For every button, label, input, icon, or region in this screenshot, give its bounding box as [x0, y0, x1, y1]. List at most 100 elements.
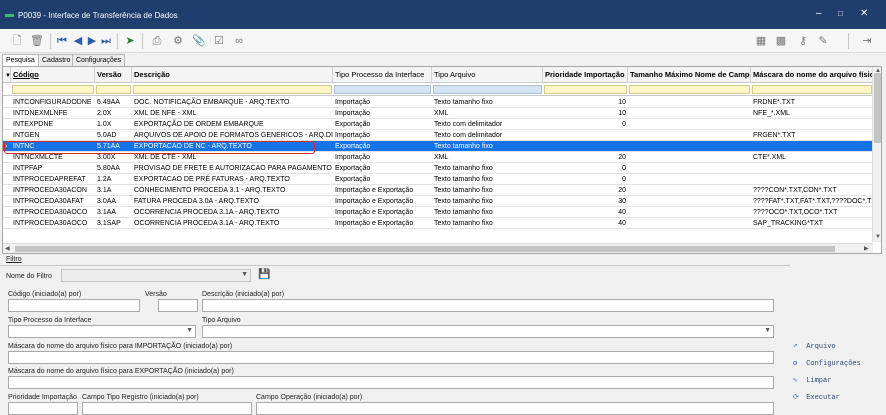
filter-tamanho-input[interactable]	[629, 85, 750, 94]
filter-mascara-input[interactable]	[752, 85, 872, 94]
filter-tipo-processo-input[interactable]	[334, 85, 431, 94]
table-row[interactable]: INTDNEXMLNFE 2.0X XML DE NFE - XML Importaç…	[3, 108, 873, 119]
table-row[interactable]: INTPROCEDA30AFAT 3.0AA FATURA PROCEDA 3.0A…	[3, 196, 873, 207]
cell-versao: 1.2A	[97, 176, 112, 183]
toolbar: 🗋 🗑 ⏮ ◀ ▶ ⏭ ➤ ⎙ ⚙ 📎 ☑ ∞ ▦ ▩ ⚷ ✎ ⇥	[0, 29, 886, 53]
prioridade-input[interactable]	[8, 402, 78, 415]
mascara-importacao-input[interactable]	[8, 351, 774, 364]
column-header-tipo-processo[interactable]: Tipo Processo da Interface	[333, 67, 432, 83]
eraser-icon: ✎	[793, 377, 798, 385]
maximize-button[interactable]: □	[838, 9, 843, 19]
tipo-processo-label: Tipo Processo da Interface	[8, 317, 92, 324]
filter-versao-input[interactable]	[96, 85, 131, 94]
cell-mascara: SAP_TRACKING*TXT	[753, 220, 824, 227]
horizontal-scrollbar[interactable]: ◀ ▶	[3, 243, 873, 253]
cell-tamanho	[628, 207, 751, 218]
cell-codigo: INTCONFIGURADODNE	[13, 99, 92, 106]
next-record-icon[interactable]: ▶	[86, 34, 98, 48]
cell-tipo-processo: Exportação	[335, 176, 371, 183]
filter-codigo-input[interactable]	[12, 85, 94, 94]
check-icon[interactable]: ☑	[212, 34, 226, 48]
vertical-scrollbar[interactable]: ▲ ▼	[872, 67, 881, 242]
cell-prioridade: 30	[618, 198, 626, 205]
table-row[interactable]: INTPROCEDAPREFAT 1.2A EXPORTACAO DE PRÉ FA…	[3, 174, 873, 185]
codigo-input[interactable]	[8, 299, 140, 312]
cell-tipo-processo: Importação e Exportação	[335, 198, 414, 205]
mascara-exportacao-input[interactable]	[8, 376, 774, 389]
cell-prioridade: 40	[618, 209, 626, 216]
settings-icon[interactable]: ⚙	[171, 34, 185, 48]
cell-tamanho	[628, 141, 751, 152]
cell-tipo-arquivo: Texto com delimitador	[434, 121, 503, 128]
cell-tamanho	[628, 130, 751, 141]
column-header-versao[interactable]: Versão	[95, 67, 132, 83]
mascara-importacao-label: Máscara do nome do arquivo físico para I…	[8, 343, 233, 350]
save-filter-icon[interactable]: 💾	[258, 269, 270, 280]
cell-tamanho	[628, 152, 751, 163]
cell-codigo: INTPROCEDAPREFAT	[13, 176, 86, 183]
execute-icon[interactable]: ➤	[123, 34, 137, 48]
delete-icon[interactable]: 🗑	[30, 34, 44, 48]
filter-tipo-arquivo-input[interactable]	[433, 85, 542, 94]
cell-prioridade: 10	[618, 110, 626, 117]
calculator-icon[interactable]: ▩	[774, 34, 788, 48]
tipo-arquivo-label: Tipo Arquivo	[202, 317, 241, 324]
tipo-arquivo-select[interactable]: ▼	[202, 325, 774, 338]
table-row[interactable]: INTPROCEDA30ACON 3.1A CONHECIMENTO PROCEDA…	[3, 185, 873, 196]
table-icon[interactable]: ▦	[754, 34, 768, 48]
filter-prioridade-input[interactable]	[544, 85, 627, 94]
tipo-processo-select[interactable]: ▼	[8, 325, 196, 338]
close-button[interactable]: ✕	[860, 9, 868, 19]
column-header-prioridade[interactable]: Prioridade Importação	[543, 67, 628, 83]
table-row[interactable]: INTGEN 5.0AD ARQUIVOS DE APOIO DE FORMATOS…	[3, 130, 873, 141]
tab-configuracoes[interactable]: Configurações	[72, 54, 126, 66]
link-icon[interactable]: ∞	[232, 34, 246, 48]
executar-button[interactable]: ⟳ Executar	[793, 393, 840, 402]
cell-descricao: ARQUIVOS DE APOIO DE FORMATOS GENERICOS …	[134, 132, 333, 139]
attach-icon[interactable]: 📎	[192, 34, 206, 48]
cell-tamanho	[628, 119, 751, 130]
versao-input[interactable]	[158, 299, 198, 312]
table-row[interactable]: INTPFAP 5.80AA PROVISAO DE FRETE E AUTORIZ…	[3, 163, 873, 174]
run-icon: ⟳	[793, 394, 799, 402]
campo-operacao-input[interactable]	[256, 402, 774, 415]
cell-versao: 3.1SAP	[97, 220, 121, 227]
edit-icon[interactable]: ✎	[816, 34, 830, 48]
column-header-tipo-arquivo[interactable]: Tipo Arquivo	[432, 67, 543, 83]
cell-codigo: INTGEN	[13, 132, 40, 139]
cell-tamanho	[628, 185, 751, 196]
column-header-tamanho-maximo[interactable]: Tamanho Máximo Nome de Campo	[628, 67, 751, 83]
row-indicator-header: ▼	[3, 67, 11, 83]
minimize-button[interactable]: –	[816, 9, 822, 19]
tab-cadastro[interactable]: Cadastro	[38, 54, 75, 66]
versao-label: Versão	[145, 291, 167, 298]
nome-filtro-select[interactable]: ▼	[61, 269, 251, 282]
table-row[interactable]: INTPROCEDA30AOCO 3.1SAP OCORRENCIA PROCEDA…	[3, 218, 873, 229]
previous-record-icon[interactable]: ◀	[72, 34, 84, 48]
descricao-input[interactable]	[202, 299, 774, 312]
cell-descricao: DOC. NOTIFICAÇÃO EMBARQUE - ARQ.TEXTO	[134, 99, 290, 106]
first-record-icon[interactable]: ⏮	[56, 34, 68, 48]
exit-icon[interactable]: ⇥	[860, 34, 874, 48]
column-header-codigo[interactable]: Código	[11, 67, 95, 83]
cell-codigo: INTPROCEDA30AOCO	[13, 220, 88, 227]
column-header-descricao[interactable]: Descrição	[132, 67, 333, 83]
filter-row	[3, 83, 873, 96]
last-record-icon[interactable]: ⏭	[100, 34, 112, 48]
filter-descricao-input[interactable]	[133, 85, 332, 94]
table-row[interactable]: INTEXPDNE 1.0X EXPORTAÇÃO DE ORDEM EMBARQU…	[3, 119, 873, 130]
new-icon[interactable]: 🗋	[10, 34, 24, 48]
column-header-mascara[interactable]: Máscara do nome do arquivo físico	[751, 67, 873, 83]
configuracoes-button[interactable]: ⚙ Configurações	[793, 359, 861, 368]
cell-tipo-arquivo: Texto tamanho fixo	[434, 143, 493, 150]
table-row[interactable]: INTPROCEDA30AOCO 3.1AA OCORRENCIA PROCEDA …	[3, 207, 873, 218]
campo-tipo-registro-label: Campo Tipo Registro (iniciado(a) por)	[82, 394, 199, 401]
limpar-button[interactable]: ✎ Limpar	[793, 376, 831, 385]
cell-codigo: INTPROCEDA30ACON	[13, 187, 87, 194]
grid-header: ▼ Código Versão Descrição Tipo Processo …	[3, 67, 873, 83]
campo-tipo-registro-input[interactable]	[82, 402, 252, 415]
table-row[interactable]: INTCONFIGURADODNE 6.49AA DOC. NOTIFICAÇÃO …	[3, 97, 873, 108]
arquivo-button[interactable]: ➚ Arquivo	[793, 342, 836, 351]
key-icon[interactable]: ⚷	[796, 34, 810, 48]
print-icon[interactable]: ⎙	[150, 34, 164, 48]
